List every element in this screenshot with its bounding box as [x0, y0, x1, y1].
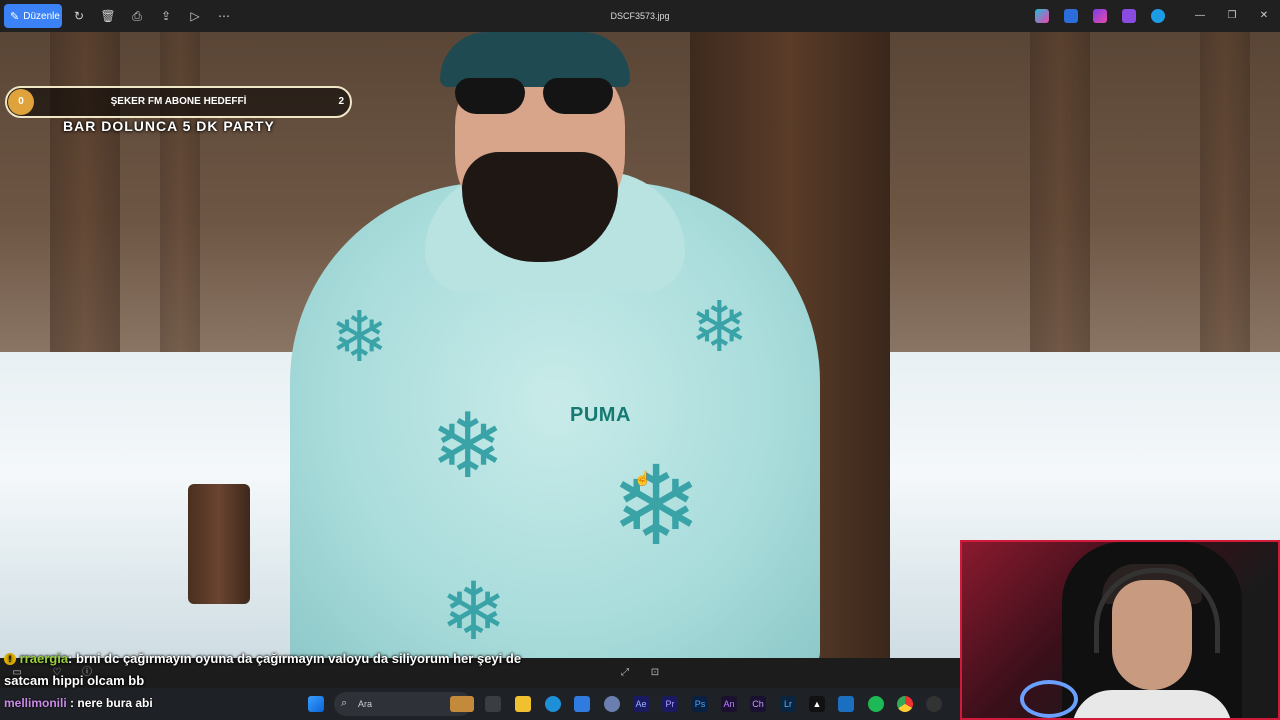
warning-icon: ! — [4, 653, 16, 665]
snowflake-pattern: ❄ — [610, 445, 703, 568]
copilot-icon[interactable] — [1035, 9, 1049, 23]
task-view-icon[interactable] — [485, 696, 501, 712]
chat-message: mellimonili : nere bura abi — [4, 696, 153, 710]
zoom-icon[interactable]: ⊡ — [648, 666, 662, 680]
tree-trunk — [1030, 32, 1090, 382]
chat-text: nere bura abi — [77, 696, 153, 710]
tree-stump — [188, 484, 250, 604]
store-icon[interactable] — [574, 696, 590, 712]
app-icon[interactable] — [604, 696, 620, 712]
snowflake-pattern: ❄ — [430, 397, 506, 497]
app-icon[interactable] — [926, 696, 942, 712]
goal-end-value: 2 — [338, 96, 344, 107]
shirt — [1072, 690, 1232, 718]
hand-cursor-icon: ☝ — [634, 470, 652, 486]
chat-separator: : — [66, 696, 78, 710]
premiere-icon[interactable]: Pr — [662, 696, 678, 712]
photoshop-icon[interactable]: Ps — [692, 696, 708, 712]
brand-logo-text: PUMA — [570, 404, 631, 426]
animate-icon[interactable]: An — [721, 696, 737, 712]
goal-label: ŞEKER FM ABONE HEDEFFİ — [110, 96, 247, 107]
lightroom-icon[interactable]: Lr — [780, 696, 796, 712]
editor-icon[interactable] — [1064, 9, 1078, 23]
file-explorer-icon[interactable] — [515, 696, 531, 712]
edge-icon[interactable] — [545, 696, 561, 712]
snowflake-pattern: ❄ — [690, 288, 749, 366]
sunglasses — [455, 78, 615, 118]
designer-icon[interactable] — [1122, 9, 1136, 23]
search-highlight-icon[interactable] — [450, 696, 474, 712]
chat-separator: : — [68, 651, 76, 666]
chat-text: brni dc çağırmayın oyuna da çağırmayın v… — [4, 651, 522, 688]
chat-message: ! rraergia: brni dc çağırmayın oyuna da … — [4, 648, 564, 692]
tree-trunk — [160, 32, 200, 352]
snowflake-pattern: ❄ — [330, 298, 389, 376]
onedrive-icon[interactable] — [1151, 9, 1165, 23]
file-title: DSCF3573.jpg — [610, 11, 670, 21]
webcam-overlay — [960, 540, 1280, 720]
subscriber-goal-bar: 0 ŞEKER FM ABONE HEDEFFİ 2 — [5, 86, 352, 118]
title-bar: ✎ Düzenle ↻ 🗑 ⎙ ⇪ ▷ ⋯ DSCF3573.jpg — ❐ ✕ — [0, 0, 1280, 32]
fit-icon[interactable]: ⤢ — [618, 666, 632, 680]
app-a-icon[interactable]: ▲ — [809, 696, 825, 712]
tree-trunk — [1200, 32, 1250, 372]
windows-start-icon[interactable] — [308, 696, 324, 712]
search-placeholder: Ara — [358, 699, 373, 709]
search-icon: ⌕ — [341, 697, 348, 709]
microphone-ring — [1020, 680, 1078, 718]
character-animator-icon[interactable]: Ch — [750, 696, 766, 712]
goal-subtitle: BAR DOLUNCA 5 DK PARTY — [63, 118, 275, 134]
snowflake-pattern: ❄ — [440, 567, 508, 656]
tree-trunk — [50, 32, 120, 362]
restore-icon[interactable]: ❐ — [1224, 8, 1240, 24]
clipchamp-icon[interactable] — [1093, 9, 1107, 23]
chat-username: rraergia — [19, 651, 69, 666]
close-icon[interactable]: ✕ — [1256, 8, 1272, 24]
chat-username: mellimonili — [4, 696, 67, 710]
chrome-icon[interactable] — [897, 696, 913, 712]
outlook-icon[interactable] — [838, 696, 854, 712]
minimize-icon[interactable]: — — [1192, 8, 1208, 24]
spotify-icon[interactable] — [868, 696, 884, 712]
after-effects-icon[interactable]: Ae — [633, 696, 649, 712]
